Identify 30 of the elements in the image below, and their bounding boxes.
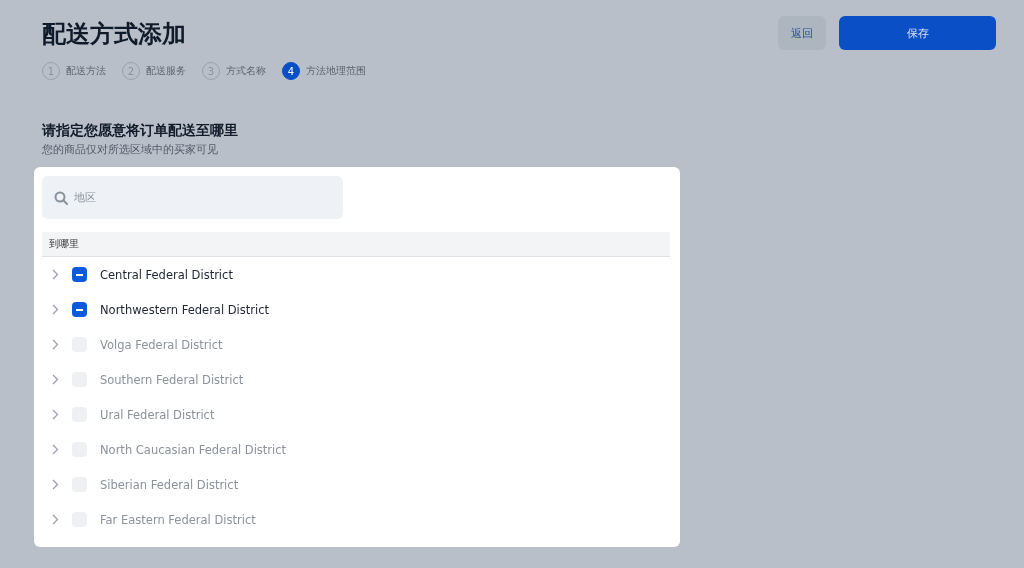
chevron-icon[interactable] [52,304,59,315]
step-label[interactable]: 配送方法 [66,64,106,78]
save-button[interactable]: 保存 [839,16,996,50]
chevron-icon[interactable] [52,269,59,280]
chevron-icon[interactable] [52,374,59,385]
checkbox[interactable] [72,302,87,317]
chevron-icon[interactable] [52,339,59,350]
search-field[interactable]: 地区 [42,176,343,219]
chevron-icon[interactable] [52,514,59,525]
step-label[interactable]: 方法地理范围 [306,64,366,78]
section-heading: 请指定您愿意将订单配送至哪里 [42,122,239,140]
chevron-icon[interactable] [52,444,59,455]
chevron-icon[interactable] [52,479,59,490]
region-name: Northwestern Federal District [100,302,270,317]
step-label[interactable]: 方式名称 [226,64,266,78]
region-name: Siberian Federal District [100,477,239,492]
back-button[interactable]: 返回 [778,16,826,50]
region-name: Volga Federal District [100,337,223,352]
page-title: 配送方式添加 [42,19,187,50]
region-name: Southern Federal District [100,372,244,387]
region-name: Far Eastern Federal District [100,512,256,527]
region-name: North Caucasian Federal District [100,442,287,457]
checkbox[interactable] [72,267,87,282]
section-subtitle: 您的商品仅对所选区域中的买家可见 [42,142,219,157]
step-number: 4 [282,62,300,80]
column-header: 到哪里 [42,232,670,257]
step-label[interactable]: 配送服务 [146,64,186,78]
region-name: Central Federal District [100,267,233,282]
region-name: Ural Federal District [100,407,215,422]
chevron-icon[interactable] [52,409,59,420]
